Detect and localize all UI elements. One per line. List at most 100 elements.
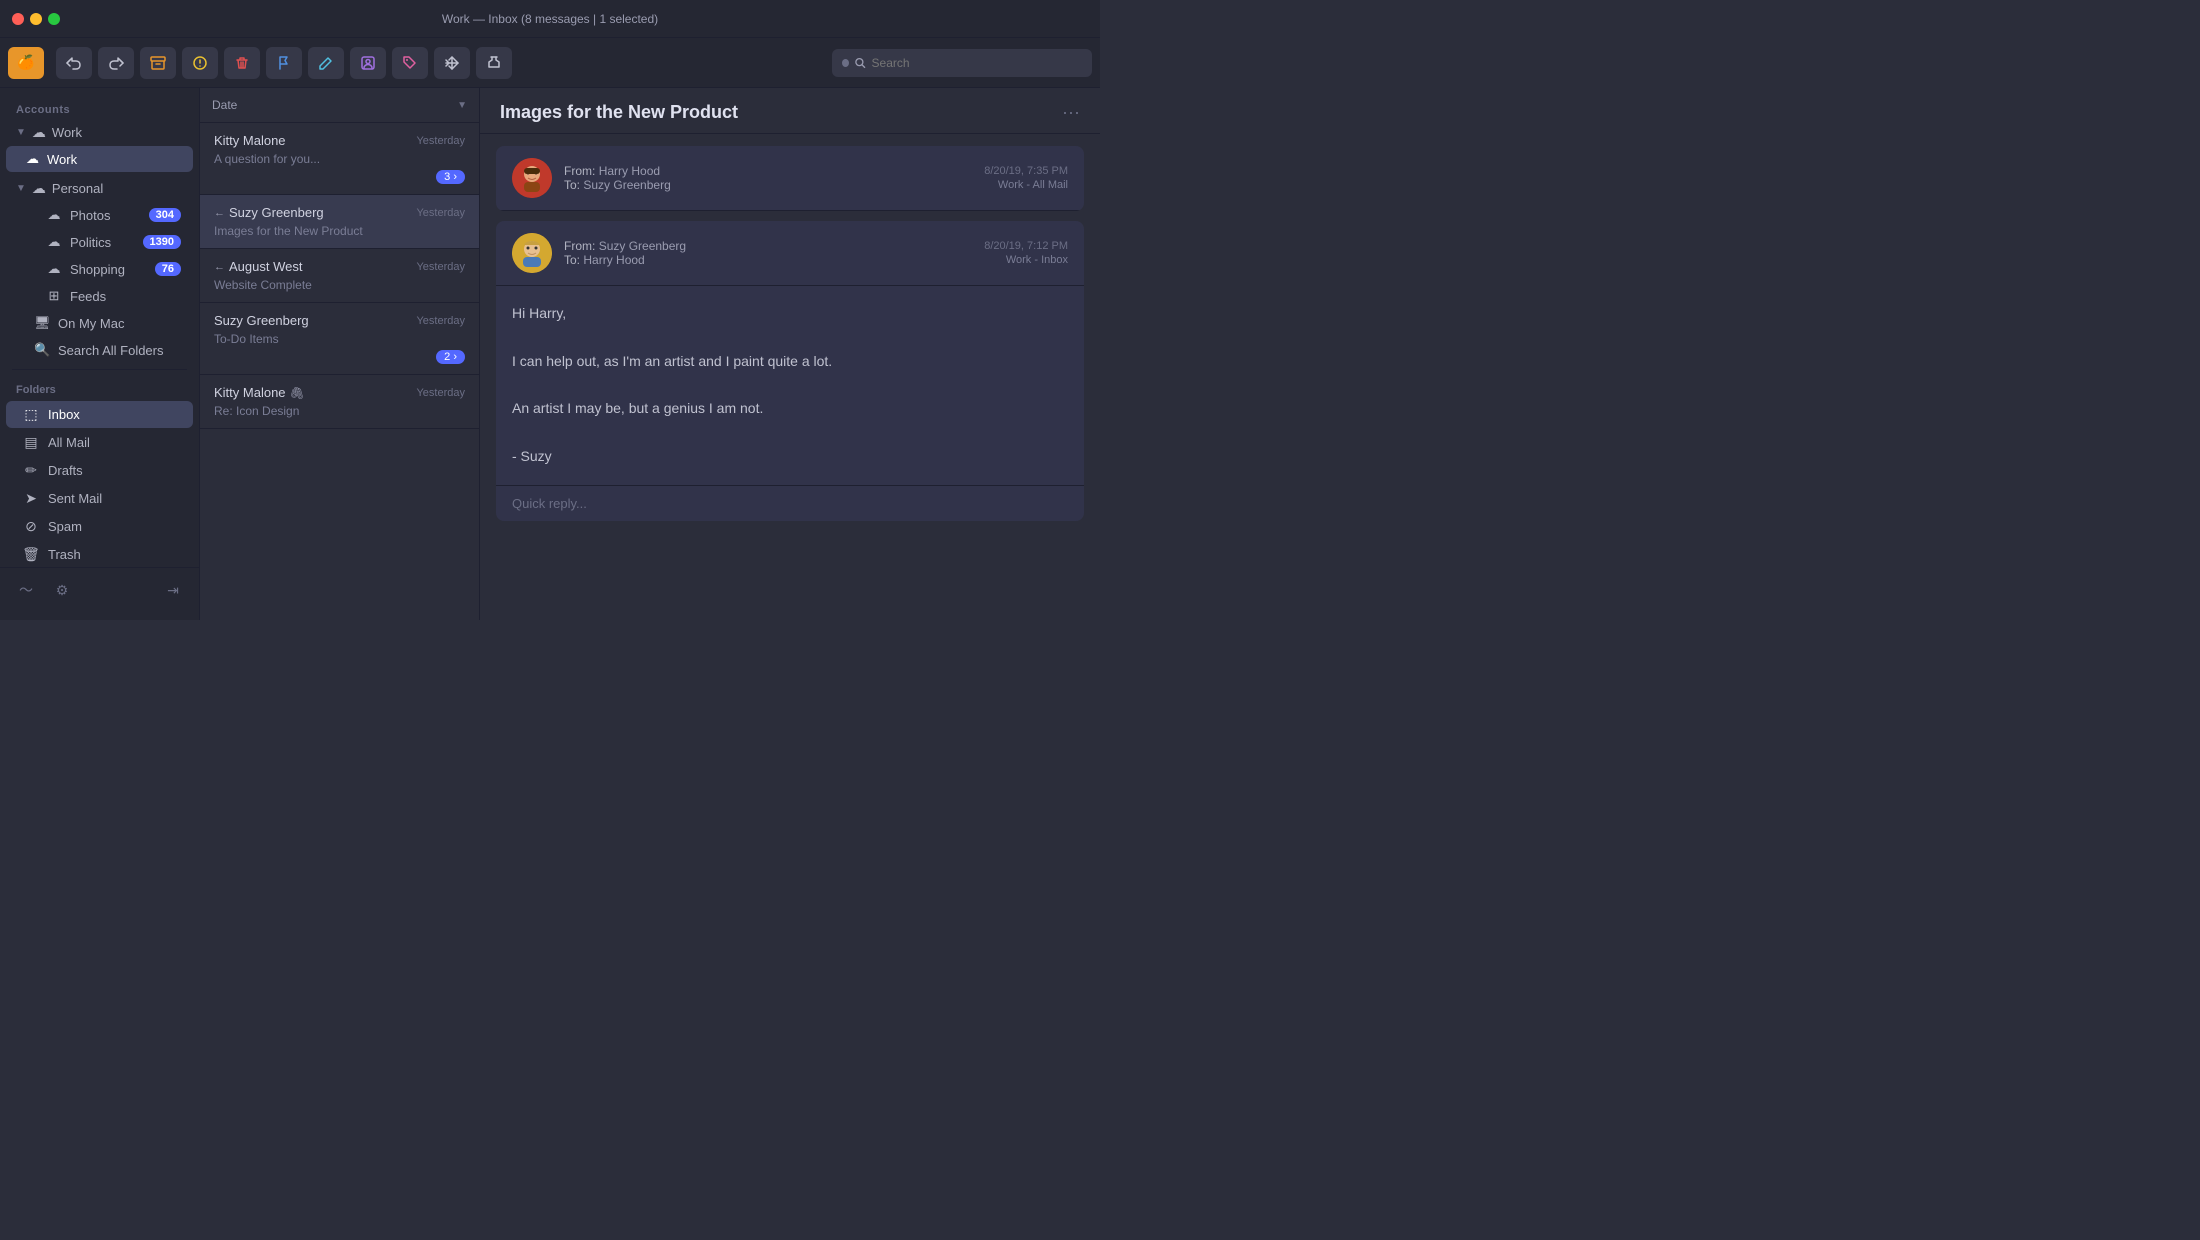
message-count-badge: 2 › <box>436 350 465 364</box>
message-preview: To-Do Items <box>214 332 465 346</box>
email-meta: 8/20/19, 7:12 PM Work - Inbox <box>984 240 1068 266</box>
politics-badge: 1390 <box>143 235 181 249</box>
message-date: Yesterday <box>416 135 465 147</box>
sort-label: Date <box>212 98 237 112</box>
search-container <box>832 49 1092 77</box>
sent-icon: ➤ <box>22 490 40 507</box>
message-sender: Kitty Malone 🖇 <box>214 385 305 400</box>
message-sender: Kitty Malone <box>214 133 286 148</box>
personal-account-label: Personal <box>52 181 103 196</box>
sidebar-item-feeds[interactable]: ⊞ Feeds <box>6 283 193 309</box>
email-folder: Work - All Mail <box>984 179 1068 191</box>
sidebar-item-all-mail[interactable]: ▤ All Mail <box>6 429 193 456</box>
maximize-dot[interactable] <box>48 13 60 25</box>
message-date: Yesterday <box>416 387 465 399</box>
sidebar-item-spam[interactable]: ⊘ Spam <box>6 513 193 540</box>
close-dot[interactable] <box>12 13 24 25</box>
sidebar: Accounts ▼ ☁ Work ☁ Work ▼ ☁ Personal ☁ <box>0 88 200 620</box>
attachment-icon: 🖇 <box>290 386 305 400</box>
rss-icon: ⊞ <box>46 288 62 304</box>
message-sender: ← August West <box>214 259 302 274</box>
search-input[interactable] <box>872 56 1082 70</box>
drafts-label: Drafts <box>48 463 83 478</box>
signout-button[interactable]: ⇥ <box>159 576 187 604</box>
email-to-line: To: Harry Hood <box>564 253 972 267</box>
work-account-label: Work <box>52 125 82 140</box>
main-layout: Accounts ▼ ☁ Work ☁ Work ▼ ☁ Personal ☁ <box>0 88 1100 620</box>
more-options-icon[interactable]: ··· <box>1062 102 1080 123</box>
window-title: Work — Inbox (8 messages | 1 selected) <box>442 12 658 26</box>
sidebar-item-drafts[interactable]: ✏ Drafts <box>6 457 193 484</box>
sidebar-item-work-inbox[interactable]: ☁ Work <box>6 146 193 172</box>
edit-button[interactable] <box>308 47 344 79</box>
sort-arrow-icon: ▼ <box>457 100 467 111</box>
flag-button[interactable] <box>266 47 302 79</box>
to-label: To: <box>564 253 580 267</box>
quick-reply-field[interactable]: Quick reply... <box>496 485 1084 521</box>
sidebar-item-photos[interactable]: ☁ Photos 304 <box>6 202 193 228</box>
window-controls <box>12 13 60 25</box>
cloud-icon: ☁ <box>46 207 62 223</box>
minimize-dot[interactable] <box>30 13 42 25</box>
account-button[interactable]: 🍊 <box>8 47 44 79</box>
reply-all-button[interactable] <box>56 47 92 79</box>
message-date: Yesterday <box>416 315 465 327</box>
email-message-header: From: Harry Hood To: Suzy Greenberg 8/20… <box>496 146 1084 211</box>
sidebar-item-politics[interactable]: ☁ Politics 1390 <box>6 229 193 255</box>
forward-button[interactable] <box>98 47 134 79</box>
from-label: From: <box>564 164 595 178</box>
message-preview: Images for the New Product <box>214 224 465 238</box>
email-body: Hi Harry, I can help out, as I'm an arti… <box>496 286 1084 485</box>
message-item[interactable]: ← August West Yesterday Website Complete <box>200 249 479 303</box>
search-dot-icon <box>842 59 849 67</box>
sidebar-item-shopping[interactable]: ☁ Shopping 76 <box>6 256 193 282</box>
on-my-mac-label: On My Mac <box>58 316 124 331</box>
email-body-line: I can help out, as I'm an artist and I p… <box>512 350 1068 374</box>
email-body-line: An artist I may be, but a genius I am no… <box>512 397 1068 421</box>
spam-icon: ⊘ <box>22 518 40 535</box>
message-preview: Website Complete <box>214 278 465 292</box>
sidebar-item-on-my-mac[interactable]: 🖥 On My Mac <box>6 310 193 336</box>
tag-button[interactable] <box>392 47 428 79</box>
sent-mail-label: Sent Mail <box>48 491 102 506</box>
folders-label: Folders <box>0 376 199 400</box>
contact-button[interactable] <box>350 47 386 79</box>
spam-label: Spam <box>48 519 82 534</box>
inbox-icon: ⬚ <box>22 406 40 423</box>
delete-button[interactable] <box>224 47 260 79</box>
sidebar-item-search-all[interactable]: 🔍 Search All Folders <box>6 337 193 363</box>
email-body-line: - Suzy <box>512 445 1068 469</box>
message-preview: Re: Icon Design <box>214 404 465 418</box>
settings-button[interactable]: ⚙ <box>48 576 76 604</box>
email-date: 8/20/19, 7:12 PM <box>984 240 1068 252</box>
email-from-line: From: Harry Hood <box>564 164 972 178</box>
compose-button[interactable]: 〜 <box>12 576 40 604</box>
plugin-button[interactable] <box>476 47 512 79</box>
drafts-icon: ✏ <box>22 462 40 479</box>
cloud-icon: ☁ <box>46 234 62 250</box>
sidebar-item-trash[interactable]: 🗑 Trash <box>6 541 193 567</box>
accounts-label: Accounts <box>0 96 199 120</box>
inbox-label: Inbox <box>48 407 80 422</box>
sidebar-account-personal[interactable]: ▼ ☁ Personal <box>0 176 199 201</box>
message-item[interactable]: Kitty Malone Yesterday A question for yo… <box>200 123 479 195</box>
cloud-icon: ☁ <box>32 180 46 197</box>
archive-button[interactable] <box>140 47 176 79</box>
search-all-label: Search All Folders <box>58 343 164 358</box>
shopping-badge: 76 <box>155 262 181 276</box>
message-item[interactable]: Kitty Malone 🖇 Yesterday Re: Icon Design <box>200 375 479 429</box>
email-view: Images for the New Product ··· <box>480 88 1100 620</box>
message-item[interactable]: Suzy Greenberg Yesterday To-Do Items 2 › <box>200 303 479 375</box>
search-icon: 🔍 <box>34 342 50 358</box>
sidebar-item-sent-mail[interactable]: ➤ Sent Mail <box>6 485 193 512</box>
to-label: To: <box>564 178 580 192</box>
trash-icon: 🗑 <box>22 546 40 563</box>
flag-alert-button[interactable] <box>182 47 218 79</box>
sidebar-item-inbox[interactable]: ⬚ Inbox <box>6 401 193 428</box>
sidebar-account-work[interactable]: ▼ ☁ Work <box>0 120 199 145</box>
email-to-line: To: Suzy Greenberg <box>564 178 972 192</box>
reply-icon: ← <box>214 207 225 219</box>
message-item[interactable]: ← Suzy Greenberg Yesterday Images for th… <box>200 195 479 249</box>
photos-label: Photos <box>70 208 110 223</box>
move-button[interactable] <box>434 47 470 79</box>
